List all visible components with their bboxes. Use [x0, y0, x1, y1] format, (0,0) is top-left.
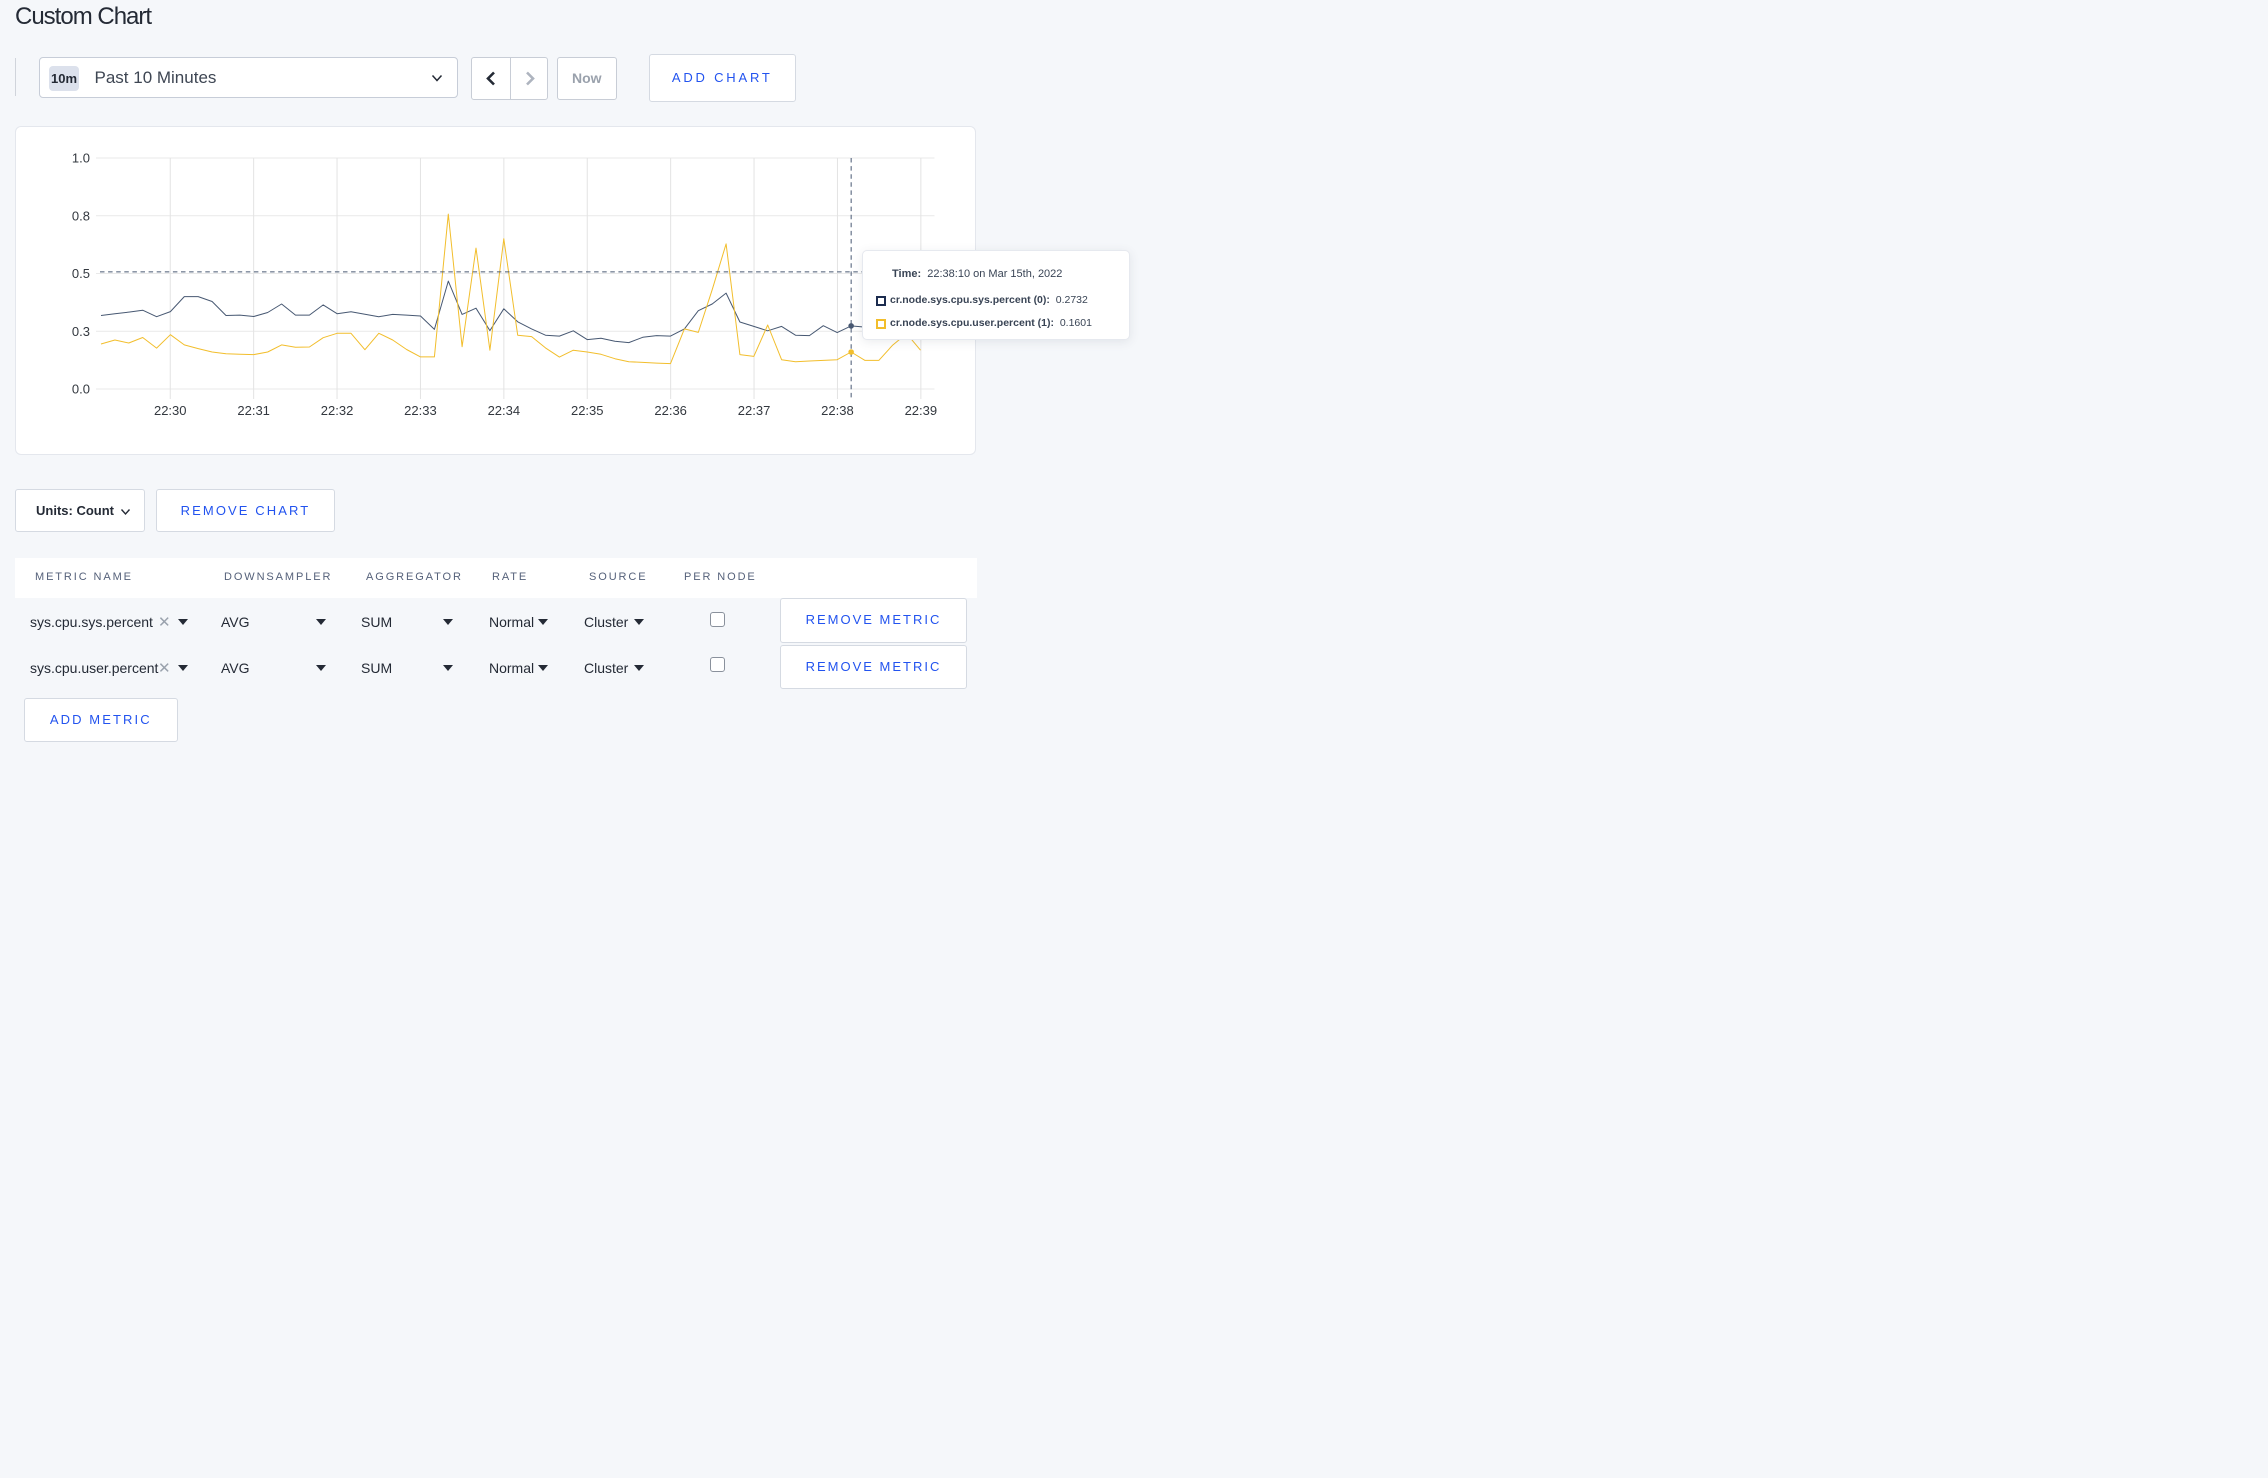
svg-text:22:32: 22:32: [321, 403, 354, 418]
svg-text:22:33: 22:33: [404, 403, 437, 418]
svg-text:22:31: 22:31: [237, 403, 270, 418]
svg-text:22:37: 22:37: [738, 403, 771, 418]
svg-text:22:30: 22:30: [154, 403, 187, 418]
svg-text:1.0: 1.0: [72, 151, 90, 166]
svg-text:22:38: 22:38: [821, 403, 854, 418]
svg-text:22:39: 22:39: [905, 403, 938, 418]
svg-text:22:35: 22:35: [571, 403, 604, 418]
svg-text:0.3: 0.3: [72, 324, 90, 339]
svg-text:0.0: 0.0: [72, 382, 90, 397]
svg-text:22:36: 22:36: [654, 403, 687, 418]
svg-text:0.5: 0.5: [72, 266, 90, 281]
svg-text:0.8: 0.8: [72, 208, 90, 223]
svg-text:22:34: 22:34: [488, 403, 521, 418]
